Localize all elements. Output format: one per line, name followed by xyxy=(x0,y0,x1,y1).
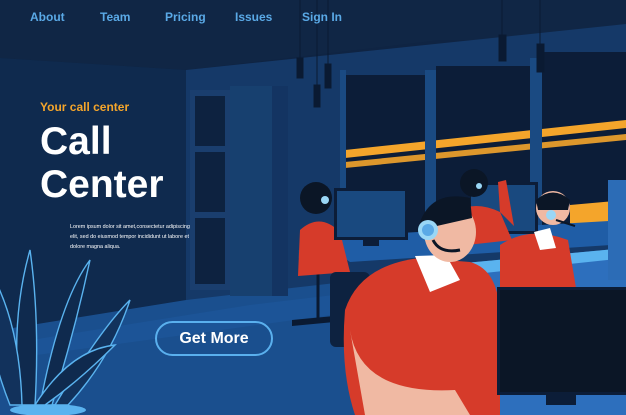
nav-pricing[interactable]: Pricing xyxy=(165,10,235,24)
hero-section: Your call center Call Center Lorem ipsum… xyxy=(40,100,210,252)
monitor-front xyxy=(497,287,626,405)
hero-title-line1: Call xyxy=(40,120,112,163)
top-nav: About Team Pricing Issues Sign In xyxy=(30,10,342,24)
hero-title-line2: Center xyxy=(40,163,164,206)
hero-description: Lorem ipsum dolor sit amet,consectetur a… xyxy=(70,224,190,250)
hero-title: Call Center xyxy=(40,120,210,206)
nav-team[interactable]: Team xyxy=(100,10,165,24)
get-more-button[interactable]: Get More xyxy=(155,321,273,356)
nav-sign-in[interactable]: Sign In xyxy=(302,10,342,24)
nav-about[interactable]: About xyxy=(30,10,100,24)
nav-issues[interactable]: Issues xyxy=(235,10,302,24)
hero-tagline: Your call center xyxy=(40,100,130,114)
